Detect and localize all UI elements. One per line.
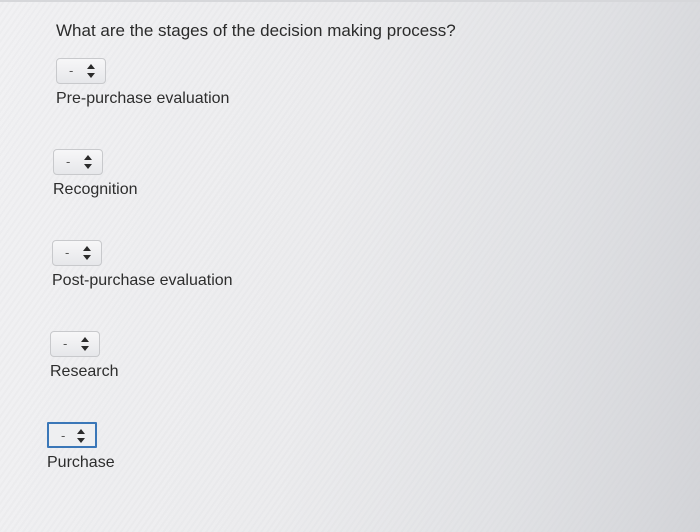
order-select-2[interactable]: - xyxy=(53,149,103,175)
order-select-3[interactable]: - xyxy=(52,240,102,266)
select-value: - xyxy=(65,245,70,260)
ordering-item: - Research xyxy=(50,331,310,391)
item-label: Purchase xyxy=(47,454,115,471)
order-select-5[interactable]: - xyxy=(47,422,97,448)
item-label: Post-purchase evaluation xyxy=(52,272,233,289)
order-select-1[interactable]: - xyxy=(56,58,106,84)
order-select-4[interactable]: - xyxy=(50,331,100,357)
up-down-arrows-icon xyxy=(81,337,89,351)
select-value: - xyxy=(61,428,66,443)
item-label: Research xyxy=(50,363,119,380)
up-down-arrows-icon xyxy=(77,429,85,443)
ordering-item: - Pre-purchase evaluation xyxy=(56,58,316,118)
select-value: - xyxy=(66,154,71,169)
ordering-item: - Recognition xyxy=(53,149,313,209)
item-label: Recognition xyxy=(53,181,138,198)
top-divider xyxy=(0,0,700,2)
select-value: - xyxy=(63,336,68,351)
select-value: - xyxy=(69,63,74,78)
up-down-arrows-icon xyxy=(83,246,91,260)
item-label: Pre-purchase evaluation xyxy=(56,90,230,107)
question-text: What are the stages of the decision maki… xyxy=(56,21,456,40)
up-down-arrows-icon xyxy=(87,64,95,78)
ordering-item: - Post-purchase evaluation xyxy=(52,240,312,300)
up-down-arrows-icon xyxy=(84,155,92,169)
ordering-item: - Purchase xyxy=(47,422,307,482)
